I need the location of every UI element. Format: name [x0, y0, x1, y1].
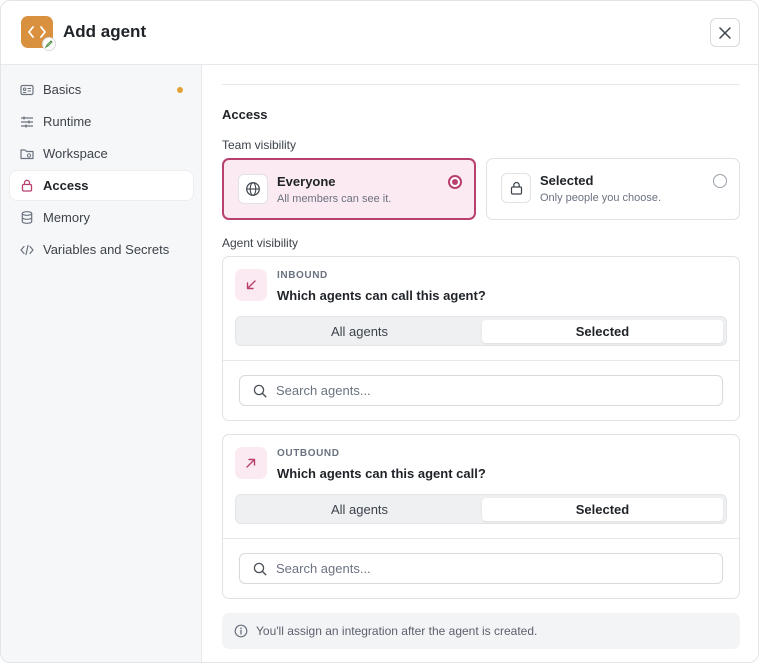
sidebar-item-label: Access — [43, 178, 89, 193]
selected-radio[interactable] — [713, 174, 727, 188]
id-card-icon — [20, 83, 34, 97]
outbound-question: Which agents can this agent call? — [277, 466, 486, 481]
sidebar-item-label: Variables and Secrets — [43, 242, 170, 257]
inbound-question: Which agents can call this agent? — [277, 288, 486, 303]
option-subtitle: All members can see it. — [277, 193, 392, 205]
code-icon — [21, 16, 56, 51]
close-icon — [719, 26, 731, 39]
code-icon — [20, 243, 34, 257]
outbound-selected-tab[interactable]: Selected — [482, 498, 723, 521]
inbound-kicker: INBOUND — [277, 270, 328, 281]
inbound-search — [239, 375, 723, 406]
card-divider — [223, 538, 739, 539]
info-banner: You'll assign an integration after the a… — [222, 613, 740, 649]
lock-icon — [501, 173, 531, 203]
everyone-radio[interactable] — [448, 175, 462, 189]
inbound-search-input[interactable] — [276, 376, 716, 405]
search-icon — [253, 562, 267, 576]
lock-icon — [20, 179, 34, 193]
add-agent-dialog: Add agent Basics Runtime Workspace Acces… — [0, 0, 759, 663]
card-divider — [223, 360, 739, 361]
section-title: Access — [222, 107, 268, 122]
sliders-icon — [20, 115, 34, 129]
edit-badge-icon — [42, 37, 56, 51]
outbound-kicker: OUTBOUND — [277, 448, 340, 459]
inbound-segmented-control: All agents Selected — [235, 316, 727, 346]
info-text: You'll assign an integration after the a… — [256, 624, 538, 638]
sidebar-item-workspace[interactable]: Workspace — [10, 139, 193, 168]
globe-icon — [238, 174, 268, 204]
sidebar-item-memory[interactable]: Memory — [10, 203, 193, 232]
sidebar-item-variables-and-secrets[interactable]: Variables and Secrets — [10, 235, 193, 264]
sidebar-item-label: Memory — [43, 210, 90, 225]
folder-icon — [20, 147, 34, 161]
outbound-all-agents-tab[interactable]: All agents — [239, 498, 480, 521]
sidebar-item-runtime[interactable]: Runtime — [10, 107, 193, 136]
access-panel: Access Team visibility Everyone All memb… — [202, 65, 758, 662]
sidebar-item-label: Basics — [43, 82, 82, 97]
dialog-title: Add agent — [63, 22, 147, 41]
outbound-search — [239, 553, 723, 584]
everyone-option[interactable]: Everyone All members can see it. — [222, 158, 476, 220]
section-divider — [222, 84, 740, 85]
outbound-segmented-control: All agents Selected — [235, 494, 727, 524]
arrow-up-right-icon — [235, 447, 267, 479]
team-visibility-label: Team visibility — [222, 138, 297, 152]
close-button[interactable] — [710, 18, 740, 47]
option-title: Selected — [540, 173, 594, 188]
sidebar-item-basics[interactable]: Basics — [10, 75, 193, 104]
sidebar: Basics Runtime Workspace Access Memory V… — [1, 65, 202, 662]
inbound-card: INBOUND Which agents can call this agent… — [222, 256, 740, 421]
unsaved-dot — [177, 87, 183, 93]
sidebar-item-label: Workspace — [43, 146, 108, 161]
database-icon — [20, 211, 34, 225]
sidebar-item-label: Runtime — [43, 114, 92, 129]
search-icon — [253, 384, 267, 398]
outbound-card: OUTBOUND Which agents can this agent cal… — [222, 434, 740, 599]
inbound-selected-tab[interactable]: Selected — [482, 320, 723, 343]
sidebar-item-access[interactable]: Access — [10, 171, 193, 200]
agent-visibility-label: Agent visibility — [222, 236, 299, 250]
arrow-down-left-icon — [235, 269, 267, 301]
inbound-all-agents-tab[interactable]: All agents — [239, 320, 480, 343]
dialog-header: Add agent — [1, 1, 758, 65]
selected-option[interactable]: Selected Only people you choose. — [486, 158, 740, 220]
option-title: Everyone — [277, 174, 336, 189]
option-subtitle: Only people you choose. — [540, 192, 662, 204]
outbound-search-input[interactable] — [276, 554, 716, 583]
info-icon — [234, 624, 248, 638]
